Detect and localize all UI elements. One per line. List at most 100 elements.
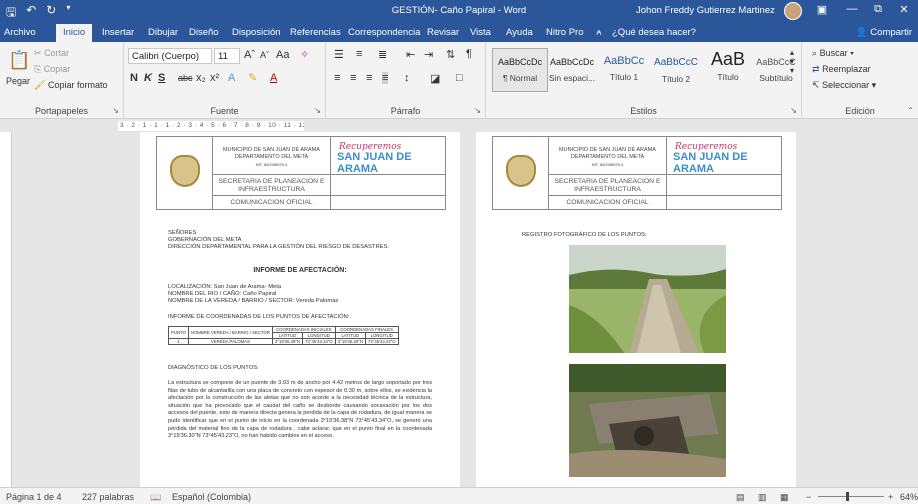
paste-button[interactable]: Pegar [6,76,30,86]
strikethrough-icon[interactable]: abc [178,73,193,83]
tab-correspondencia[interactable]: Correspondencia [348,27,420,38]
styles-scroll-icon[interactable]: ▴ ▾ ▾ [790,48,794,75]
paragraph-launcher-icon[interactable]: ↘ [474,106,481,115]
page-count[interactable]: Página 1 de 4 [6,492,62,502]
borders-icon[interactable]: □ [456,72,463,84]
paste-icon[interactable]: 📋 [8,50,30,71]
erosion-photo[interactable] [569,364,726,477]
avatar[interactable] [784,2,802,20]
zoom-out-button[interactable]: − [806,492,811,502]
bullets-icon[interactable]: ☰ [334,48,344,61]
find-label: Buscar [819,48,848,58]
replace-button[interactable]: ⇄ Reemplazar [812,64,871,75]
municipal-shield-logo [493,137,549,209]
font-name-select[interactable]: Calibri (Cuerpo) [128,48,212,64]
share-button[interactable]: 👤 Compartir [856,27,912,38]
word-count[interactable]: 227 palabras [82,492,134,502]
align-center-icon[interactable]: ≡ [350,72,356,84]
tab-referencias[interactable]: Referencias [290,27,341,38]
bold-button[interactable]: N [130,72,138,84]
style-normal[interactable]: AaBbCcDc ¶ Normal [492,48,548,92]
shading-icon[interactable]: ◪ [430,72,440,85]
select-button[interactable]: ↸ Seleccionar ▾ [812,80,876,91]
tab-revisar[interactable]: Revisar [427,27,459,38]
recipient-line: DIRECCIÓN DEPARTAMENTAL PARA LA GESTIÓN … [168,244,389,250]
pilcrow-icon[interactable]: ¶ [466,48,472,60]
sort-icon[interactable]: ⇅ [446,48,455,61]
user-name[interactable]: Johon Freddy Gutierrez Martinez [636,5,775,16]
underline-button[interactable]: S [158,72,165,84]
horizontal-ruler[interactable]: 3 · 2 · 1 · 1 · 1 · 2 · 3 · 4 · 5 · 6 · … [0,119,918,132]
line-spacing-icon[interactable]: ↕ [404,72,410,84]
language[interactable]: Español (Colombia) [172,492,251,502]
print-layout-icon[interactable]: ▥ [758,492,767,503]
document-page-1[interactable]: MUNICIPIO DE SAN JUAN DE ARAMA DEPARTAMEN… [140,132,460,487]
zoom-slider[interactable] [818,496,884,497]
tab-inicio[interactable]: Inicio [56,24,93,42]
close-icon[interactable]: ✕ [892,3,916,16]
tab-archivo[interactable]: Archivo [4,27,36,38]
letterhead-muni: MUNICIPIO DE SAN JUAN DE ARAMA DEPARTAMEN… [549,147,666,169]
diagnosis-text: La estructura se compone de un puente de… [168,380,432,440]
document-page-2[interactable]: MUNICIPIO DE SAN JUAN DE ARAMA DEPARTAMEN… [476,132,796,487]
font-launcher-icon[interactable]: ↘ [314,106,321,115]
restore-icon[interactable]: ⧉ [866,3,890,16]
text-effects-icon[interactable]: A [228,72,235,84]
format-painter-button[interactable]: 🖌 Copiar formato [34,80,107,91]
find-button[interactable]: ⌕ Buscar ▾ [812,48,854,59]
proofing-icon[interactable]: 📖 [150,492,161,503]
coords-title: INFORME DE COORDENADAS DE LOS PUNTOS DE … [168,314,350,320]
style-heading1[interactable]: AaBbCc Título 1 [596,48,652,92]
tab-ayuda[interactable]: Ayuda [506,27,533,38]
vertical-scrollbar[interactable] [906,132,918,487]
multilevel-list-icon[interactable]: ≣ [378,48,387,61]
replace-label: Reemplazar [822,64,871,74]
italic-button[interactable]: K [144,72,152,84]
highlight-icon[interactable]: ✎ [248,71,257,84]
tab-dibujar[interactable]: Dibujar [148,27,178,38]
tab-vista[interactable]: Vista [470,27,491,38]
change-case-icon[interactable]: Aa [276,49,289,61]
style-heading2[interactable]: AaBbCcC Título 2 [648,48,704,92]
clear-format-icon[interactable]: ✧ [300,48,309,61]
increase-indent-icon[interactable]: ⇥ [424,48,433,61]
ribbon-display-icon[interactable]: ▣ [810,3,834,16]
web-layout-icon[interactable]: ▦ [780,492,789,503]
style-subtitle[interactable]: AaBbCcC Subtítulo [748,48,804,92]
styles-launcher-icon[interactable]: ↘ [790,106,797,115]
align-left-icon[interactable]: ≡ [334,72,340,84]
tab-disposicion[interactable]: Disposición [232,27,281,38]
collapse-ribbon-icon[interactable]: ⌃ [907,106,914,115]
zoom-level[interactable]: 64% [900,492,918,502]
style-no-spacing[interactable]: AaBbCcDc Sin espaci... [544,48,600,92]
font-size-select[interactable]: 11 [214,48,240,64]
zoom-slider-thumb[interactable] [846,492,849,501]
table-header: NOMBRE VEREDA / BARRIO / SECTOR [187,326,273,339]
tab-diseno[interactable]: Diseño [189,27,219,38]
justify-icon[interactable]: ≡ [382,72,389,84]
zoom-in-button[interactable]: + [888,492,893,502]
tell-me-search[interactable]: ¿Qué desea hacer? [612,27,696,38]
brush-icon: 🖌 [34,80,46,90]
road-photo[interactable] [569,245,726,353]
font-color-icon[interactable]: A [270,72,277,84]
vertical-ruler[interactable] [0,132,12,487]
tab-nitro-pro[interactable]: Nitro Pro [546,27,583,38]
subscript-icon[interactable]: x₂ [196,72,206,84]
minimize-icon[interactable]: — [840,3,864,15]
read-mode-icon[interactable]: ▤ [736,492,745,503]
cut-button[interactable]: ✂ Cortar [34,48,69,59]
copy-button[interactable]: ⎘ Copiar [34,64,70,75]
shrink-font-icon[interactable]: Aˇ [260,50,269,60]
numbering-icon[interactable]: ≡ [356,48,362,60]
style-name: Título [717,72,739,82]
decrease-indent-icon[interactable]: ⇤ [406,48,415,61]
tab-insertar[interactable]: Insertar [102,27,134,38]
superscript-icon[interactable]: x² [210,72,219,84]
align-right-icon[interactable]: ≡ [366,72,372,84]
table-header-row: PUNTO NOMBRE VEREDA / BARRIO / SECTOR CO… [168,326,399,339]
clipboard-group: 📋 Pegar ✂ Cortar ⎘ Copiar 🖌 Copiar forma… [0,42,124,119]
document-title: GESTIÓN- Caño Papiral - Word [391,5,527,16]
grow-font-icon[interactable]: Aˆ [244,49,255,61]
dialog-launcher-icon[interactable]: ↘ [112,106,119,115]
